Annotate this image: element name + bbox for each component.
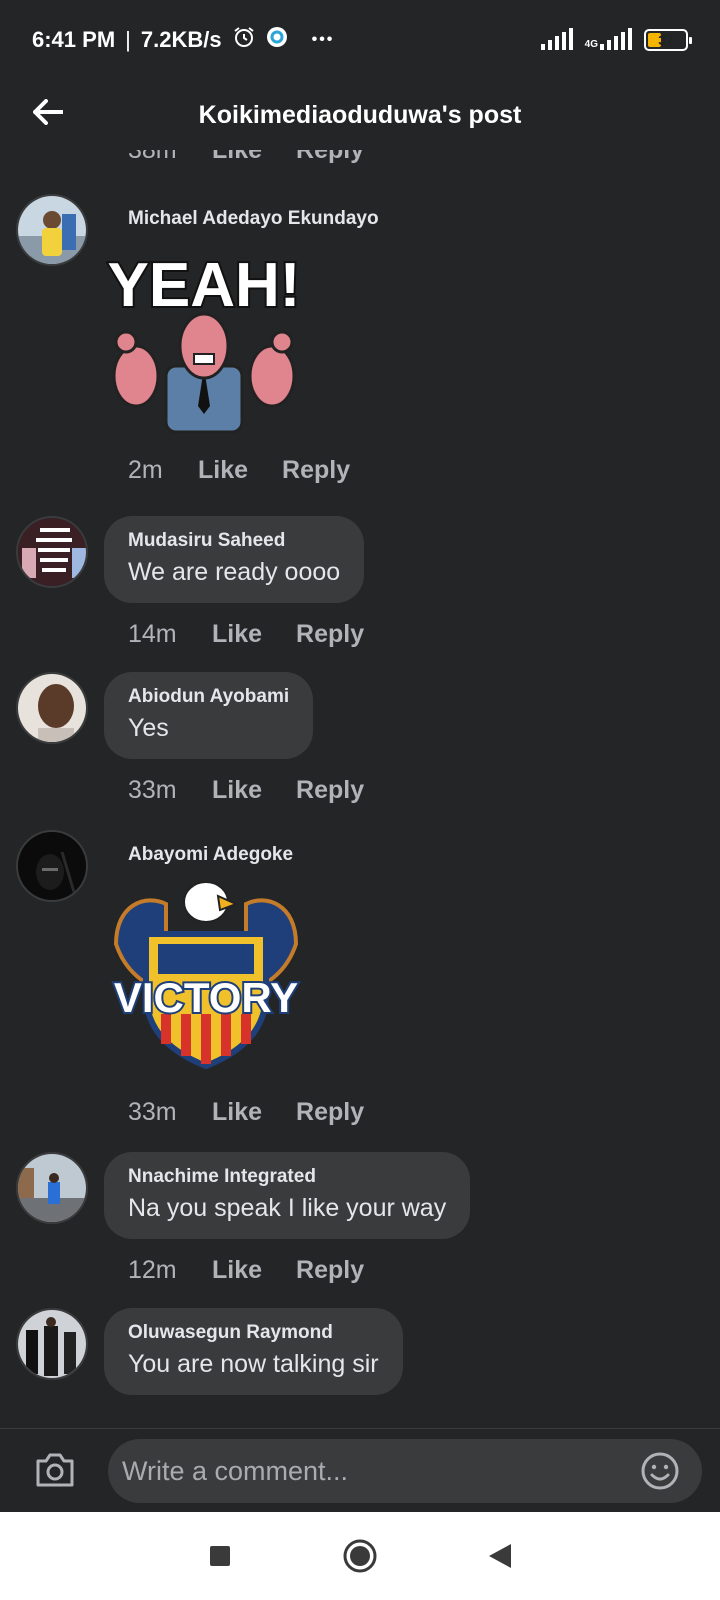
reply-button[interactable]: Reply bbox=[296, 1256, 364, 1285]
smiley-icon bbox=[641, 1452, 679, 1490]
sticker-text: YEAH! bbox=[108, 251, 301, 320]
comment-meta: 14m Like Reply bbox=[128, 620, 398, 649]
circle-icon bbox=[343, 1539, 377, 1573]
commenter-name[interactable]: Mudasiru Saheed bbox=[128, 530, 340, 552]
signal-4g-icon: 4G bbox=[584, 28, 632, 50]
commenter-name[interactable]: Abiodun Ayobami bbox=[128, 686, 289, 708]
comment-text: We are ready oooo bbox=[128, 558, 341, 586]
more-notifications-icon: ••• bbox=[311, 31, 335, 48]
status-time: 6:41 PM bbox=[32, 27, 116, 52]
system-nav-bar bbox=[0, 1512, 720, 1600]
yeah-sticker[interactable]: YEAH! bbox=[106, 246, 302, 441]
status-right: 4G 37 bbox=[540, 28, 692, 51]
alarm-icon bbox=[232, 25, 256, 55]
like-button[interactable]: Like bbox=[212, 150, 262, 165]
comments-list: 38m Like Reply Michael Adedayo Ekundayo … bbox=[0, 150, 720, 1428]
avatar[interactable] bbox=[16, 672, 88, 744]
page-title: Koikimediaoduduwa's post bbox=[198, 100, 522, 129]
avatar[interactable] bbox=[16, 1152, 88, 1224]
comment-time: 14m bbox=[128, 620, 177, 648]
comment-bubble[interactable]: Mudasiru Saheed We are ready oooo bbox=[104, 516, 365, 603]
reply-button[interactable]: Reply bbox=[296, 620, 364, 649]
comment-bubble[interactable]: Nnachime Integrated Na you speak I like … bbox=[104, 1152, 471, 1239]
comment-meta: 12m Like Reply bbox=[128, 1256, 398, 1285]
triangle-back-icon bbox=[489, 1544, 511, 1568]
camera-icon bbox=[36, 1453, 74, 1487]
comment-text: Na you speak I like your way bbox=[128, 1194, 447, 1222]
like-button[interactable]: Like bbox=[212, 620, 262, 649]
network-type: 4G bbox=[584, 39, 598, 50]
reply-button[interactable]: Reply bbox=[282, 456, 350, 485]
commenter-name[interactable]: Michael Adedayo Ekundayo bbox=[128, 208, 379, 230]
commenter-name[interactable]: Abayomi Adegoke bbox=[128, 844, 293, 866]
comment-meta-partial: 38m Like Reply bbox=[128, 150, 398, 165]
comment-text: You are now talking sir bbox=[128, 1350, 379, 1378]
camera-button[interactable] bbox=[34, 1451, 76, 1489]
commenter-name[interactable]: Nnachime Integrated bbox=[128, 1166, 446, 1188]
like-button[interactable]: Like bbox=[212, 1256, 262, 1285]
battery-level: 37 bbox=[658, 32, 674, 48]
comment-input[interactable] bbox=[108, 1439, 702, 1503]
comment-time: 38m bbox=[128, 150, 177, 164]
recents-button[interactable] bbox=[200, 1536, 240, 1576]
status-bar: 6:41 PM | 7.2KB/s ••• 4G 37 bbox=[0, 0, 720, 80]
post-header: Koikimediaoduduwa's post bbox=[0, 80, 720, 150]
commenter-name[interactable]: Oluwasegun Raymond bbox=[128, 1322, 379, 1344]
comment-text: Yes bbox=[128, 714, 169, 742]
battery-icon: 37 bbox=[644, 29, 692, 51]
emoji-button[interactable] bbox=[640, 1451, 680, 1491]
comment-time: 12m bbox=[128, 1256, 177, 1284]
comment-time: 2m bbox=[128, 456, 163, 484]
comment-meta: 33m Like Reply bbox=[128, 1098, 398, 1127]
back-nav-button[interactable] bbox=[480, 1536, 520, 1576]
comment-time: 33m bbox=[128, 1098, 177, 1126]
reply-button[interactable]: Reply bbox=[296, 150, 364, 165]
avatar[interactable] bbox=[16, 830, 88, 902]
comment-meta: 2m Like Reply bbox=[128, 456, 384, 485]
avatar[interactable] bbox=[16, 516, 88, 588]
home-button[interactable] bbox=[340, 1536, 380, 1576]
square-icon bbox=[210, 1546, 230, 1566]
comment-time: 33m bbox=[128, 776, 177, 804]
like-button[interactable]: Like bbox=[212, 776, 262, 805]
victory-sticker[interactable]: VICTORY bbox=[106, 874, 306, 1079]
like-button[interactable]: Like bbox=[198, 456, 248, 485]
comment-meta: 33m Like Reply bbox=[128, 776, 398, 805]
reply-button[interactable]: Reply bbox=[296, 1098, 364, 1127]
app-notification-icon bbox=[266, 26, 288, 54]
avatar[interactable] bbox=[16, 1308, 88, 1380]
reply-button[interactable]: Reply bbox=[296, 776, 364, 805]
back-arrow-icon bbox=[33, 99, 63, 125]
status-separator: | bbox=[125, 27, 131, 52]
comment-bubble[interactable]: Oluwasegun Raymond You are now talking s… bbox=[104, 1308, 403, 1395]
comment-bubble[interactable]: Abiodun Ayobami Yes bbox=[104, 672, 314, 759]
back-button[interactable] bbox=[28, 92, 68, 132]
status-speed: 7.2KB/s bbox=[140, 27, 222, 52]
signal-icon bbox=[540, 28, 573, 50]
comment-composer bbox=[0, 1428, 720, 1512]
avatar[interactable] bbox=[16, 194, 88, 266]
status-left: 6:41 PM | 7.2KB/s ••• bbox=[32, 25, 334, 55]
sticker-text: VICTORY bbox=[114, 974, 298, 1021]
like-button[interactable]: Like bbox=[212, 1098, 262, 1127]
